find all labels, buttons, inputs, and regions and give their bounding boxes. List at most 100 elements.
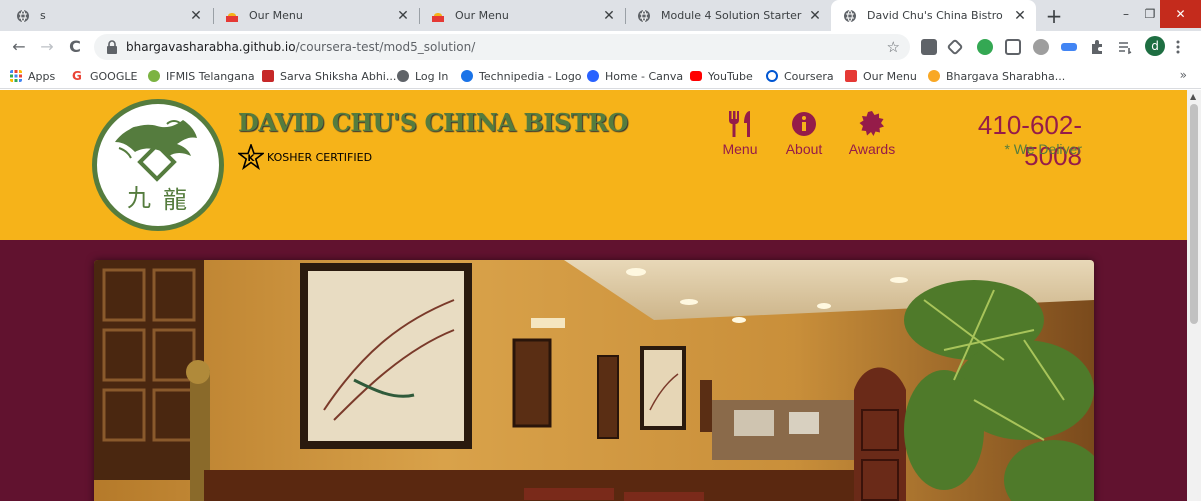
cutlery-icon (729, 111, 750, 137)
bookmark-bhargava[interactable]: Bhargava Sharabha... (928, 67, 1065, 85)
site-body (0, 240, 1187, 501)
bookmark-apps[interactable]: Apps (10, 67, 55, 85)
extension-icon[interactable] (921, 39, 937, 55)
tab-close-icon[interactable]: ✕ (395, 8, 411, 24)
site-header: 九 龍 DAVID CHU'S CHINA BISTRO K KOSHER CE… (0, 90, 1187, 240)
page-scrollbar[interactable]: ▲ (1187, 90, 1201, 501)
certificate-icon (859, 111, 884, 136)
url-path: /coursera-test/mod5_solution/ (295, 40, 476, 54)
restaurant-name[interactable]: DAVID CHU'S CHINA BISTRO (238, 108, 628, 137)
url-host: bhargavasharabha.github.io (126, 40, 296, 54)
tag-extension-icon[interactable] (946, 38, 964, 56)
extension-icon[interactable] (1061, 43, 1077, 51)
apps-grid-icon (10, 70, 22, 82)
bookmark-canva[interactable]: Home - Canva (587, 67, 683, 85)
svg-text:龍: 龍 (163, 186, 187, 214)
bookmark-log-in[interactable]: Log In (397, 67, 448, 85)
coursera-icon (766, 70, 778, 82)
tab-title: Our Menu (249, 9, 303, 22)
reading-list-icon[interactable] (1117, 39, 1133, 55)
extension-icon[interactable] (1033, 39, 1049, 55)
sarva-shiksha-icon (262, 70, 274, 82)
tab-title: David Chu's China Bistro (867, 9, 1003, 22)
bookmark-label: Sarva Shiksha Abhi... (280, 69, 397, 83)
kosher-star-icon: K (238, 144, 264, 170)
globe-icon (397, 70, 409, 82)
bookmark-star-icon[interactable]: ☆ (887, 38, 900, 56)
lock-icon[interactable] (106, 40, 118, 54)
bookmarks-bar: Apps G GOOGLE IFMIS Telangana Sarva Shik… (0, 62, 1201, 89)
nav-menu[interactable]: Menu (720, 110, 760, 157)
nav-menu-label: Menu (722, 141, 758, 157)
tab-2[interactable]: Our Menu ✕ (213, 0, 419, 31)
bookmark-technipedia[interactable]: Technipedia - Logo (461, 67, 582, 85)
window-close-button[interactable]: ✕ (1160, 0, 1201, 28)
tab-close-icon[interactable]: ✕ (1012, 8, 1028, 24)
canva-icon (587, 70, 599, 82)
globe-icon (844, 9, 856, 22)
bookmark-sarva-shiksha[interactable]: Sarva Shiksha Abhi... (262, 67, 396, 85)
bookmark-label: Apps (28, 69, 56, 83)
new-tab-button[interactable]: + (1043, 5, 1065, 27)
tab-4[interactable]: Module 4 Solution Starter ✕ (625, 0, 831, 31)
nav-awards[interactable]: Awards (846, 110, 898, 157)
bookmark-label: Bhargava Sharabha... (946, 69, 1066, 83)
bookmark-our-menu[interactable]: Our Menu (845, 67, 917, 85)
puzzle-icon[interactable] (1089, 39, 1105, 55)
browser-toolbar: ← → C bhargavasharabha.github.io/courser… (0, 31, 1201, 62)
tab-close-icon[interactable]: ✕ (807, 8, 823, 24)
tab-title: s (40, 9, 46, 22)
menu-favicon-icon (432, 12, 444, 22)
tab-1[interactable]: s ✕ (4, 0, 212, 31)
scroll-up-arrow-icon[interactable]: ▲ (1190, 92, 1196, 101)
bookmark-youtube[interactable]: YouTube (690, 67, 753, 85)
tab-3[interactable]: Our Menu ✕ (419, 0, 625, 31)
restaurant-interior-photo (94, 260, 1094, 501)
bookmark-label: IFMIS Telangana (166, 69, 255, 83)
tab-title: Our Menu (455, 9, 509, 22)
kosher-text: KOSHER CERTIFIED (267, 150, 373, 164)
bookmark-coursera[interactable]: Coursera (766, 67, 834, 85)
nav-about-label: About (785, 141, 823, 157)
bhargava-icon (928, 70, 940, 82)
forward-button[interactable]: → (36, 36, 58, 58)
scrollbar-thumb[interactable] (1190, 104, 1198, 324)
bookmark-label: GOOGLE (90, 69, 138, 83)
google-icon: G (72, 70, 84, 82)
info-icon (792, 112, 816, 136)
bookmark-google[interactable]: G GOOGLE (72, 67, 137, 85)
nav-about[interactable]: About (782, 110, 826, 157)
bookmark-label: Coursera (784, 69, 834, 83)
dragon-logo-icon: 九 龍 (115, 120, 197, 214)
tab-close-icon[interactable]: ✕ (188, 8, 204, 24)
bookmark-label: Technipedia - Logo (479, 69, 582, 83)
kebab-menu-icon[interactable] (1175, 39, 1181, 55)
restaurant-logo[interactable]: 九 龍 (92, 99, 224, 231)
restaurant-interior-image (94, 260, 1094, 501)
tab-close-icon[interactable]: ✕ (601, 8, 617, 24)
youtube-icon (690, 71, 702, 81)
menu-favicon-icon (845, 70, 857, 82)
bookmark-label: Log In (415, 69, 449, 83)
minimize-button[interactable]: – (1112, 0, 1140, 28)
menu-favicon-icon (226, 12, 238, 22)
profile-avatar[interactable]: d (1145, 36, 1165, 56)
extension-icon[interactable] (1005, 39, 1021, 55)
extension-icon[interactable] (977, 39, 993, 55)
bookmark-label: Our Menu (863, 69, 917, 83)
nav-awards-label: Awards (848, 141, 896, 157)
tab-title: Module 4 Solution Starter (661, 9, 802, 22)
globe-icon (17, 9, 29, 22)
bookmark-label: Home - Canva (605, 69, 684, 83)
bookmarks-overflow-button[interactable]: » (1180, 68, 1187, 82)
bookmark-ifmis[interactable]: IFMIS Telangana (148, 67, 255, 85)
restore-button[interactable]: ❐ (1140, 0, 1160, 28)
kosher-certified: K KOSHER CERTIFIED (238, 144, 372, 170)
globe-icon (638, 9, 650, 22)
back-button[interactable]: ← (8, 36, 30, 58)
ifmis-icon (148, 70, 160, 82)
tab-5-active[interactable]: David Chu's China Bistro ✕ (831, 0, 1036, 31)
we-deliver: * We Deliver (1004, 141, 1082, 157)
address-bar[interactable]: bhargavasharabha.github.io/coursera-test… (94, 34, 910, 60)
reload-button[interactable]: C (64, 36, 86, 58)
